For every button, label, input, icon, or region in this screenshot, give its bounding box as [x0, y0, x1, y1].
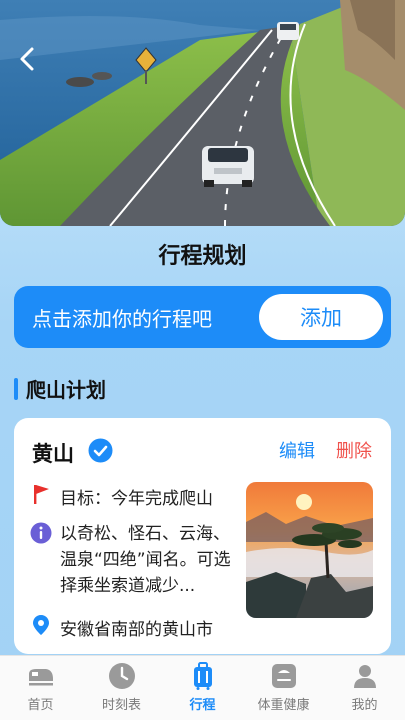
- page-title: 行程规划: [158, 244, 247, 269]
- user-icon: [353, 665, 376, 688]
- nav-label-trips: 行程: [189, 698, 216, 713]
- trip-card[interactable]: 黄山 编辑 删除 目标：今年完成爬山 以奇松、怪石、云海、温泉“四绝”闻名。可选…: [14, 418, 391, 654]
- trip-description: 以奇松、怪石、云海、温泉“四绝”闻名。可选择乘坐索道减少...: [60, 524, 231, 596]
- huangshan-photo: [246, 482, 373, 618]
- train-icon: [28, 669, 53, 686]
- scale-icon: [271, 664, 296, 688]
- section-header: 爬山计划: [14, 374, 106, 403]
- trip-location: 安徽省南部的黄山市: [60, 620, 213, 640]
- nav-label-profile: 我的: [351, 698, 378, 713]
- hero-road-image: [0, 0, 405, 226]
- nav-label-timetable: 时刻表: [101, 698, 141, 713]
- nav-item-home[interactable]: 首页: [0, 656, 81, 720]
- trip-goal: 目标：今年完成爬山: [60, 489, 213, 509]
- nav-label-weight-health: 体重健康: [257, 698, 310, 713]
- info-icon: [30, 522, 52, 544]
- nav-item-weight-health[interactable]: 体重健康: [243, 656, 324, 720]
- back-button[interactable]: [12, 42, 42, 76]
- luggage-icon: [193, 662, 212, 690]
- nav-item-trips[interactable]: 行程: [162, 656, 243, 720]
- bottom-nav: 首页 时刻表 行程 体重健康 我的: [0, 655, 405, 720]
- nav-item-profile[interactable]: 我的: [324, 656, 405, 720]
- location-pin-icon: [33, 615, 49, 635]
- add-trip-banner: 点击添加你的行程吧 添加: [14, 286, 391, 348]
- edit-button[interactable]: 编辑: [279, 437, 315, 463]
- section-title: 爬山计划: [26, 378, 106, 402]
- verified-check-icon: [88, 438, 113, 463]
- flag-icon: [34, 485, 49, 504]
- section-accent-bar: [14, 377, 18, 400]
- clock-icon: [108, 663, 135, 689]
- delete-button[interactable]: 删除: [336, 437, 372, 463]
- add-trip-button[interactable]: 添加: [259, 294, 383, 340]
- add-trip-prompt: 点击添加你的行程吧: [32, 306, 212, 331]
- nav-label-home: 首页: [27, 698, 54, 713]
- trip-name: 黄山: [32, 442, 74, 466]
- nav-item-timetable[interactable]: 时刻表: [81, 656, 162, 720]
- trip-planning-screen: 行程规划 点击添加你的行程吧 添加 爬山计划 黄山 编辑 删除 目标：今年完成爬…: [0, 0, 405, 720]
- back-arrow-icon: [20, 47, 34, 71]
